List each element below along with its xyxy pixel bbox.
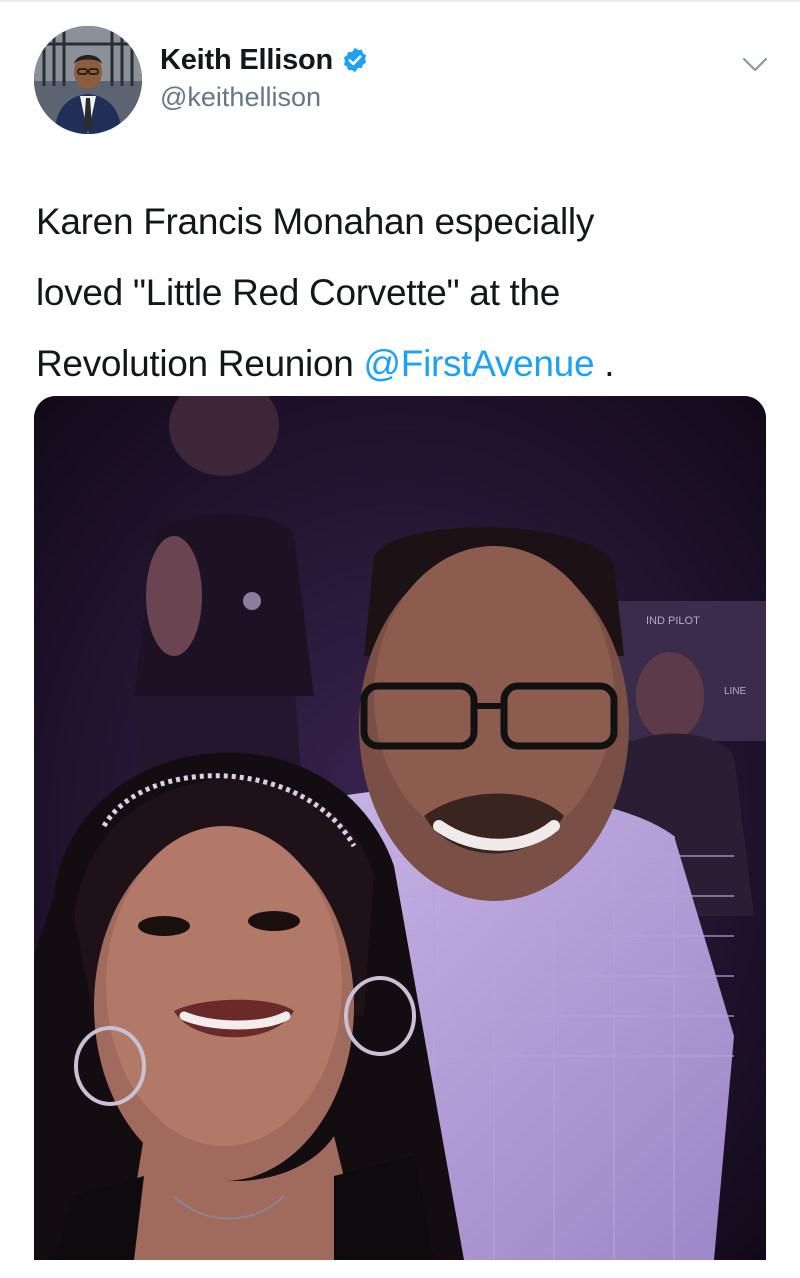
mention-link[interactable]: @FirstAvenue xyxy=(364,343,595,384)
photo-image: IND PILOT LINE xyxy=(34,396,766,1260)
chevron-down-icon[interactable] xyxy=(740,52,770,76)
top-divider xyxy=(0,0,800,2)
verified-badge-icon xyxy=(341,46,369,74)
bottom-strip xyxy=(0,1260,800,1278)
tweet-text-line-2: loved "Little Red Corvette" at the xyxy=(36,272,561,313)
avatar[interactable] xyxy=(34,26,142,134)
author-info[interactable]: Keith Ellison @keithellison xyxy=(160,42,369,113)
tweet-text-line-1: Karen Francis Monahan especially xyxy=(36,201,595,242)
display-name-row: Keith Ellison xyxy=(160,42,369,78)
tweet-photo[interactable]: IND PILOT LINE xyxy=(34,396,766,1260)
tweet-text-line-3-suffix: . xyxy=(594,343,615,384)
tweet-text: Karen Francis Monahan especially loved "… xyxy=(36,186,756,399)
sign-text-2: LINE xyxy=(724,686,747,697)
avatar-photo xyxy=(34,26,142,134)
tweet-text-line-3: Revolution Reunion @FirstAvenue . xyxy=(36,328,756,399)
display-name[interactable]: Keith Ellison xyxy=(160,44,333,77)
user-handle[interactable]: @keithellison xyxy=(160,82,369,113)
tweet-text-line-3-prefix: Revolution Reunion xyxy=(36,343,364,384)
tweet-card[interactable]: Keith Ellison @keithellison Karen Franci… xyxy=(0,0,800,1278)
sign-text-1: IND PILOT xyxy=(646,615,700,627)
